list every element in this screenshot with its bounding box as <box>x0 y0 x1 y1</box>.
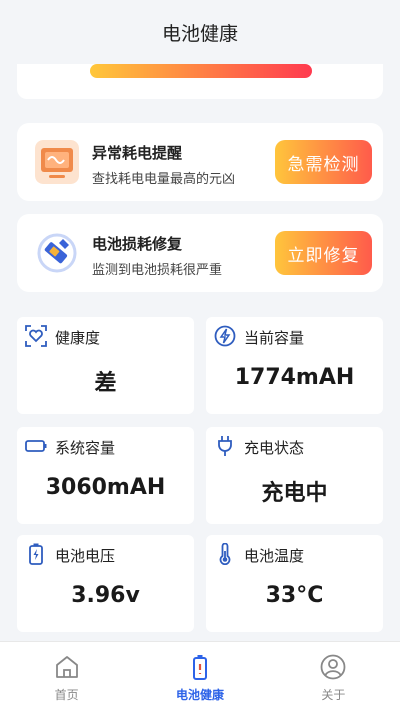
plug-icon <box>218 436 232 456</box>
wrench-battery-icon <box>37 233 77 273</box>
stat-value: 3060mAH <box>45 475 166 500</box>
tab-battery-health[interactable]: 电池健康 <box>133 642 266 711</box>
battery-icon <box>192 655 207 680</box>
home-icon <box>55 656 78 678</box>
stat-label: 健康度 <box>55 329 101 347</box>
battery-charge-icon <box>29 543 43 565</box>
battery-icon <box>25 440 47 452</box>
page-title: 电池健康 <box>161 22 238 45</box>
monitor-icon <box>35 140 79 184</box>
battery-level-bar <box>90 64 312 78</box>
stat-value: 1774mAH <box>234 365 355 390</box>
action-desc: 查找耗电电量最高的元凶 <box>92 172 236 187</box>
stat-value: 差 <box>94 371 117 396</box>
current-capacity-card: 当前容量 1774mAH <box>206 317 383 414</box>
stat-label: 当前容量 <box>244 329 305 347</box>
user-icon <box>320 654 346 680</box>
tab-home[interactable]: 首页 <box>0 642 133 711</box>
lightning-icon <box>214 325 236 347</box>
check-now-button[interactable]: 急需检测 <box>275 140 372 184</box>
stat-label: 电池温度 <box>244 547 305 565</box>
tab-about[interactable]: 关于 <box>267 642 400 711</box>
thermometer-icon <box>219 543 231 565</box>
stat-value: 33°C <box>265 583 324 608</box>
action-title: 异常耗电提醒 <box>92 144 183 162</box>
tab-label: 关于 <box>321 688 346 702</box>
health-card: 健康度 差 <box>17 317 194 414</box>
bottom-tab-bar: 首页 电池健康 关于 <box>0 641 400 711</box>
stat-value: 充电中 <box>261 481 328 506</box>
stat-label: 充电状态 <box>244 439 305 457</box>
tab-label: 电池健康 <box>175 688 224 702</box>
action-title: 电池损耗修复 <box>92 235 183 253</box>
voltage-card: 电池电压 3.96v <box>17 535 194 632</box>
stat-label: 电池电压 <box>55 547 116 565</box>
tab-label: 首页 <box>54 688 79 702</box>
battery-repair-card[interactable]: 电池损耗修复 监测到电池损耗很严重 立即修复 <box>17 214 383 292</box>
system-capacity-card: 系统容量 3060mAH <box>17 427 194 524</box>
abnormal-drain-card[interactable]: 异常耗电提醒 查找耗电电量最高的元凶 急需检测 <box>17 123 383 201</box>
stat-label: 系统容量 <box>55 439 116 457</box>
action-desc: 监测到电池损耗很严重 <box>92 263 223 278</box>
repair-now-button[interactable]: 立即修复 <box>275 231 372 275</box>
stat-value: 3.96v <box>71 583 140 608</box>
app-header: 电池健康 <box>0 0 400 64</box>
temperature-card: 电池温度 33°C <box>206 535 383 632</box>
heart-icon <box>25 325 47 347</box>
charging-status-card: 充电状态 充电中 <box>206 427 383 524</box>
